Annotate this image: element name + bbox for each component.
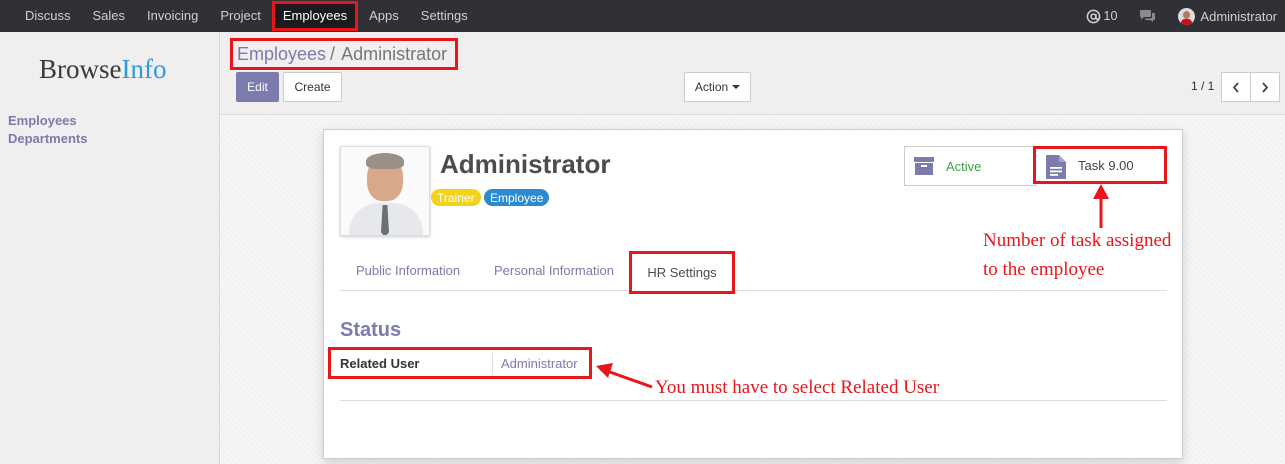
menu-apps[interactable]: Apps: [358, 0, 410, 32]
main-menu: Discuss Sales Invoicing Project Employee…: [14, 0, 479, 32]
divider: [340, 400, 1167, 401]
section-status-title: Status: [340, 319, 402, 341]
related-user-field: Related User Administrator: [328, 347, 592, 379]
menu-project[interactable]: Project: [209, 0, 271, 32]
user-name: Administrator: [1200, 8, 1277, 24]
task-annotation-line1: Number of task assigned: [983, 230, 1172, 251]
chevron-right-icon: [1262, 81, 1269, 93]
pager-value: 1 / 1: [1191, 79, 1215, 93]
mentions-button[interactable]: 10: [1086, 9, 1118, 24]
tab-public-information[interactable]: Public Information: [356, 263, 460, 278]
company-logo: BrowseInfo: [39, 54, 167, 84]
caret-down-icon: [732, 85, 741, 89]
chat-button[interactable]: [1139, 9, 1156, 23]
chevron-left-icon: [1232, 81, 1239, 93]
task-annotation-line2: to the employee: [983, 259, 1105, 280]
chat-icon: [1140, 10, 1156, 22]
breadcrumb-current: Administrator: [341, 43, 448, 64]
pager-previous-button[interactable]: [1221, 72, 1251, 102]
user-menu[interactable]: Administrator: [1178, 7, 1277, 25]
related-user-annotation: You must have to select Related User: [655, 377, 940, 398]
breadcrumb: Employees / Administrator: [230, 38, 458, 70]
sidebar: BrowseInfo Employees Departments: [0, 32, 220, 464]
pager-next-button[interactable]: [1250, 72, 1280, 102]
create-button[interactable]: Create: [283, 72, 342, 102]
tab-personal-information[interactable]: Personal Information: [494, 263, 614, 278]
menu-sales[interactable]: Sales: [82, 0, 137, 32]
top-navbar: Discuss Sales Invoicing Project Employee…: [0, 0, 1285, 32]
menu-invoicing[interactable]: Invoicing: [136, 0, 209, 32]
employee-name: Administrator: [440, 149, 611, 179]
active-label: Active: [946, 158, 982, 174]
at-icon: [1086, 9, 1100, 23]
archive-icon: [914, 157, 934, 175]
related-user-value[interactable]: Administrator: [492, 353, 578, 375]
menu-discuss[interactable]: Discuss: [14, 0, 82, 32]
menu-settings[interactable]: Settings: [410, 0, 479, 32]
related-user-label: Related User: [340, 356, 420, 371]
action-dropdown[interactable]: Action: [684, 72, 751, 102]
active-toggle-button[interactable]: Active: [904, 146, 1036, 186]
employee-photo[interactable]: [340, 146, 430, 236]
task-label: Task 9.00: [1078, 158, 1134, 173]
tag-trainer: Trainer: [431, 189, 481, 206]
task-count-button[interactable]: Task 9.00: [1033, 146, 1167, 184]
edit-button[interactable]: Edit: [236, 72, 279, 102]
avatar: [1178, 7, 1196, 25]
sidebar-item-departments[interactable]: Departments: [8, 130, 87, 148]
tab-hr-settings[interactable]: HR Settings: [629, 251, 735, 294]
breadcrumb-separator: /: [330, 43, 336, 64]
mentions-count: 10: [1103, 9, 1118, 23]
menu-employees[interactable]: Employees: [271, 1, 359, 31]
tag-employee: Employee: [484, 189, 550, 206]
breadcrumb-employees[interactable]: Employees: [237, 44, 326, 65]
document-icon: [1046, 155, 1066, 179]
sidebar-item-employees[interactable]: Employees: [8, 112, 87, 130]
systray: 10 Administrator: [1064, 0, 1277, 32]
action-label: Action: [694, 80, 729, 94]
sidebar-nav: Employees Departments: [8, 112, 87, 148]
